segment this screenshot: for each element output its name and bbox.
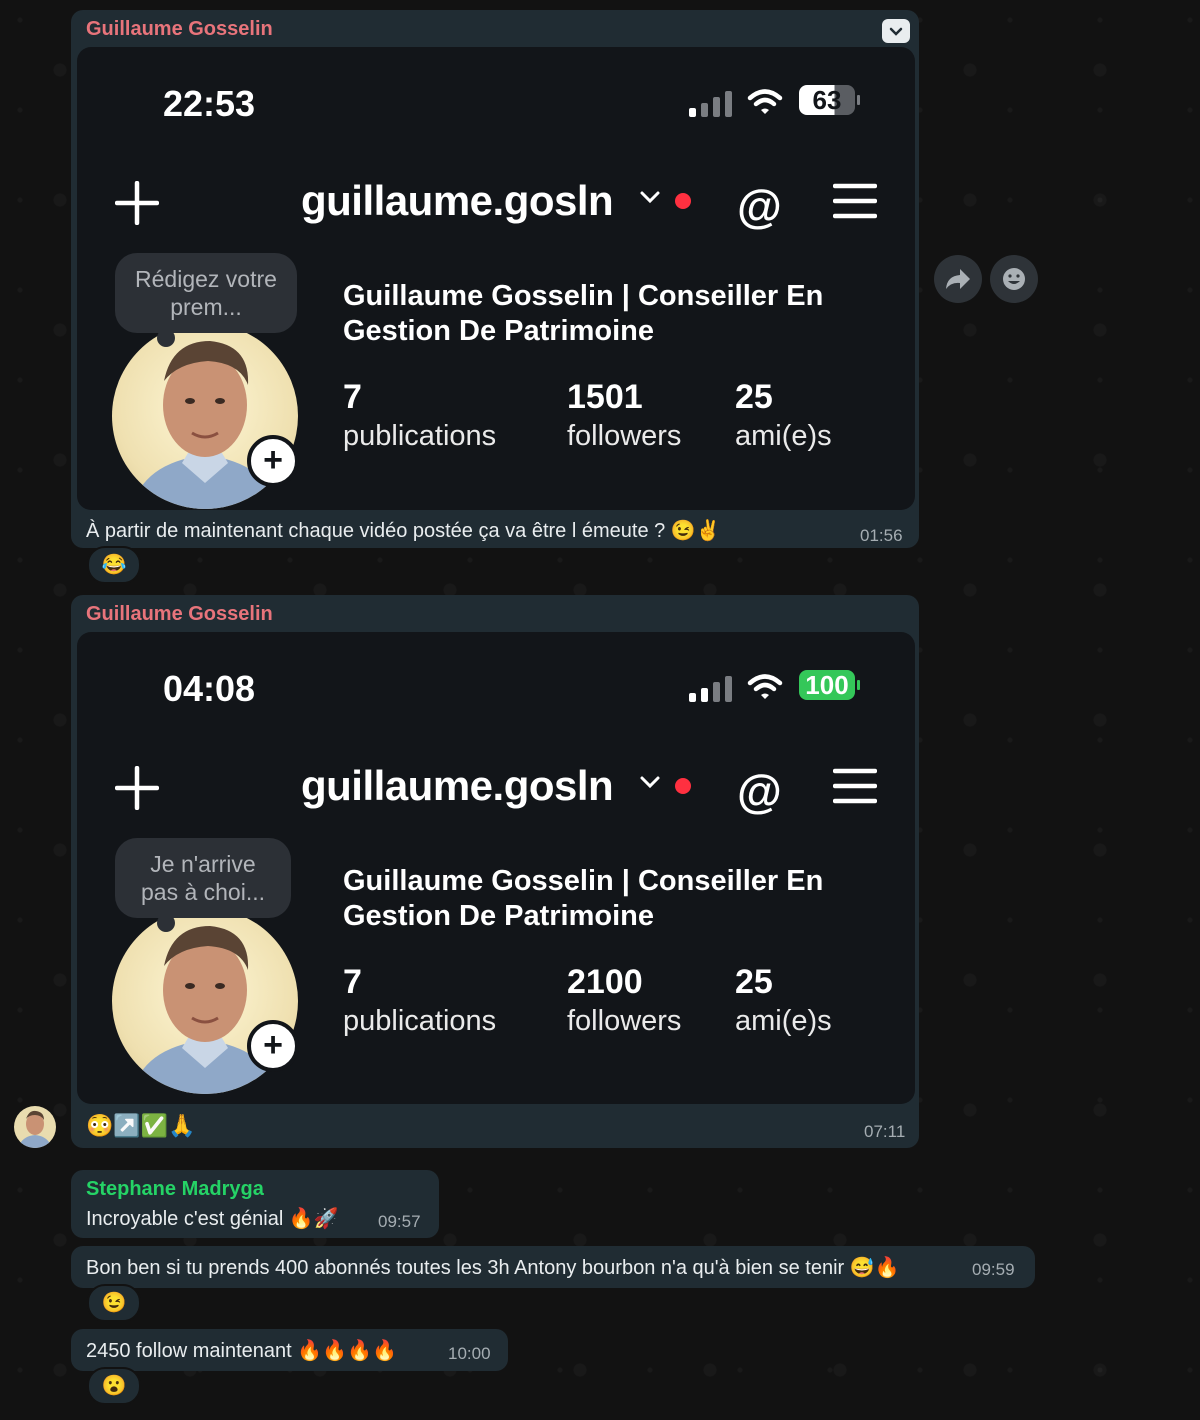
profile-username[interactable]: guillaume.gosln	[301, 762, 614, 810]
battery-nub	[857, 680, 860, 690]
chevron-down-icon[interactable]	[882, 19, 910, 43]
note-bubble[interactable]: Rédigez votre prem...	[115, 253, 297, 333]
chevron-down-icon[interactable]	[639, 189, 661, 205]
reaction-badge[interactable]: 😂	[87, 546, 141, 584]
message-bubble[interactable]: 2450 follow maintenant 🔥🔥🔥🔥 10:00	[71, 1329, 508, 1371]
stat-followers[interactable]: 1501 followers	[567, 377, 681, 455]
stat-publications[interactable]: 7 publications	[343, 962, 496, 1040]
note-tail	[157, 914, 175, 932]
note-text: Rédigez votre prem...	[135, 266, 277, 320]
message-bubble[interactable]: Bon ben si tu prends 400 abonnés toutes …	[71, 1246, 1035, 1288]
battery-icon: 100	[799, 670, 855, 700]
plus-icon[interactable]	[115, 181, 159, 225]
stat-value: 7	[343, 963, 362, 1001]
note-tail	[157, 329, 175, 347]
profile-username[interactable]: guillaume.gosln	[301, 177, 614, 225]
menu-icon[interactable]	[833, 183, 877, 219]
stat-label: followers	[567, 420, 682, 452]
screenshot-image[interactable]: 04:08 100 guillaume.gosln @ Je n'arrive …	[77, 632, 915, 1104]
stat-value: 7	[343, 378, 362, 416]
note-bubble[interactable]: Je n'arrive pas à choi...	[115, 838, 291, 918]
emoji-react-icon	[1003, 268, 1025, 290]
threads-icon[interactable]: @	[737, 764, 782, 818]
notification-dot	[675, 193, 691, 209]
stat-label: publications	[343, 1005, 497, 1037]
profile-full-name: Guillaume Gosselin | Conseiller En Gesti…	[343, 280, 824, 347]
stat-label: followers	[567, 1005, 682, 1037]
reaction-badge[interactable]: 😉	[87, 1284, 141, 1322]
message-text: 2450 follow maintenant 🔥🔥🔥🔥	[86, 1340, 397, 1362]
message-text: 😳↗️✅🙏	[86, 1113, 196, 1138]
sender-name[interactable]: Guillaume Gosselin	[86, 603, 273, 626]
stat-friends[interactable]: 25 ami(e)s	[735, 962, 832, 1040]
forward-button[interactable]	[934, 255, 982, 303]
react-button[interactable]	[990, 255, 1038, 303]
message-text: Incroyable c'est génial 🔥🚀	[86, 1208, 339, 1230]
stat-label: ami(e)s	[735, 1005, 832, 1037]
message-time: 07:11	[864, 1122, 906, 1141]
add-story-button[interactable]: +	[247, 1020, 299, 1072]
chevron-down-icon[interactable]	[639, 774, 661, 790]
stat-friends[interactable]: 25 ami(e)s	[735, 377, 832, 455]
stat-value: 25	[735, 963, 773, 1001]
stat-value: 2100	[567, 963, 643, 1001]
avatar[interactable]	[14, 1106, 56, 1148]
message-text: Bon ben si tu prends 400 abonnés toutes …	[86, 1257, 900, 1279]
stat-label: publications	[343, 420, 497, 452]
status-clock: 04:08	[163, 668, 256, 709]
stat-label: ami(e)s	[735, 420, 832, 452]
message-bubble[interactable]: Guillaume Gosselin 04:08 100 guillaume.g…	[71, 595, 919, 1148]
message-text: À partir de maintenant chaque vidéo post…	[86, 520, 721, 542]
stat-value: 25	[735, 378, 773, 416]
battery-icon: 63	[799, 85, 855, 115]
message-time: 01:56	[860, 526, 903, 545]
signal-icon	[689, 674, 733, 702]
wifi-icon	[747, 674, 783, 699]
reaction-badge[interactable]: 😮	[87, 1367, 141, 1405]
status-clock: 22:53	[163, 83, 256, 124]
stat-publications[interactable]: 7 publications	[343, 377, 496, 455]
threads-icon[interactable]: @	[737, 179, 782, 233]
message-time: 10:00	[448, 1344, 491, 1363]
message-time: 09:57	[378, 1212, 421, 1231]
signal-icon	[689, 89, 733, 117]
stat-followers[interactable]: 2100 followers	[567, 962, 681, 1040]
note-text: Je n'arrive pas à choi...	[140, 851, 266, 905]
menu-icon[interactable]	[833, 768, 877, 804]
notification-dot	[675, 778, 691, 794]
stat-value: 1501	[567, 378, 643, 416]
message-time: 09:59	[972, 1260, 1015, 1279]
sender-name[interactable]: Stephane Madryga	[86, 1178, 264, 1201]
plus-icon[interactable]	[115, 766, 159, 810]
message-bubble[interactable]: Guillaume Gosselin 22:53 63 guillaume.go…	[71, 10, 919, 548]
forward-icon	[946, 269, 970, 289]
screenshot-image[interactable]: 22:53 63 guillaume.gosln @ Rédigez votre…	[77, 47, 915, 510]
battery-nub	[857, 95, 860, 105]
sender-name[interactable]: Guillaume Gosselin	[86, 18, 273, 41]
profile-full-name: Guillaume Gosselin | Conseiller En Gesti…	[343, 865, 824, 932]
message-bubble[interactable]: Stephane Madryga Incroyable c'est génial…	[71, 1170, 439, 1238]
add-story-button[interactable]: +	[247, 435, 299, 487]
wifi-icon	[747, 89, 783, 114]
